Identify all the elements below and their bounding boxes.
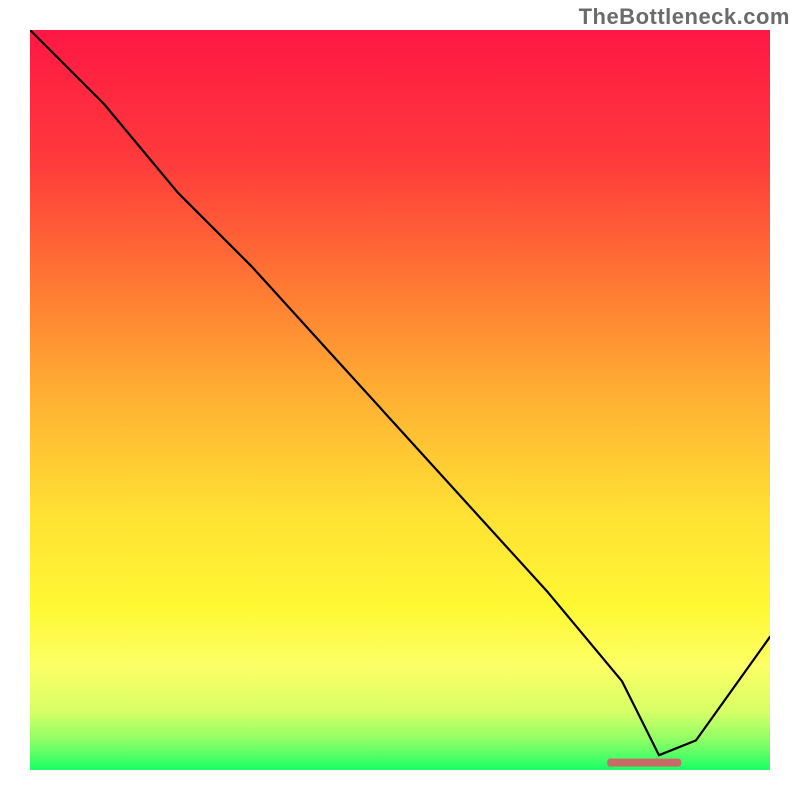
gradient-background [30, 30, 770, 770]
bottleneck-chart [30, 30, 770, 770]
watermark-text: TheBottleneck.com [579, 4, 790, 30]
optimal-range-marker [607, 759, 681, 767]
chart-plot-area [30, 30, 770, 770]
